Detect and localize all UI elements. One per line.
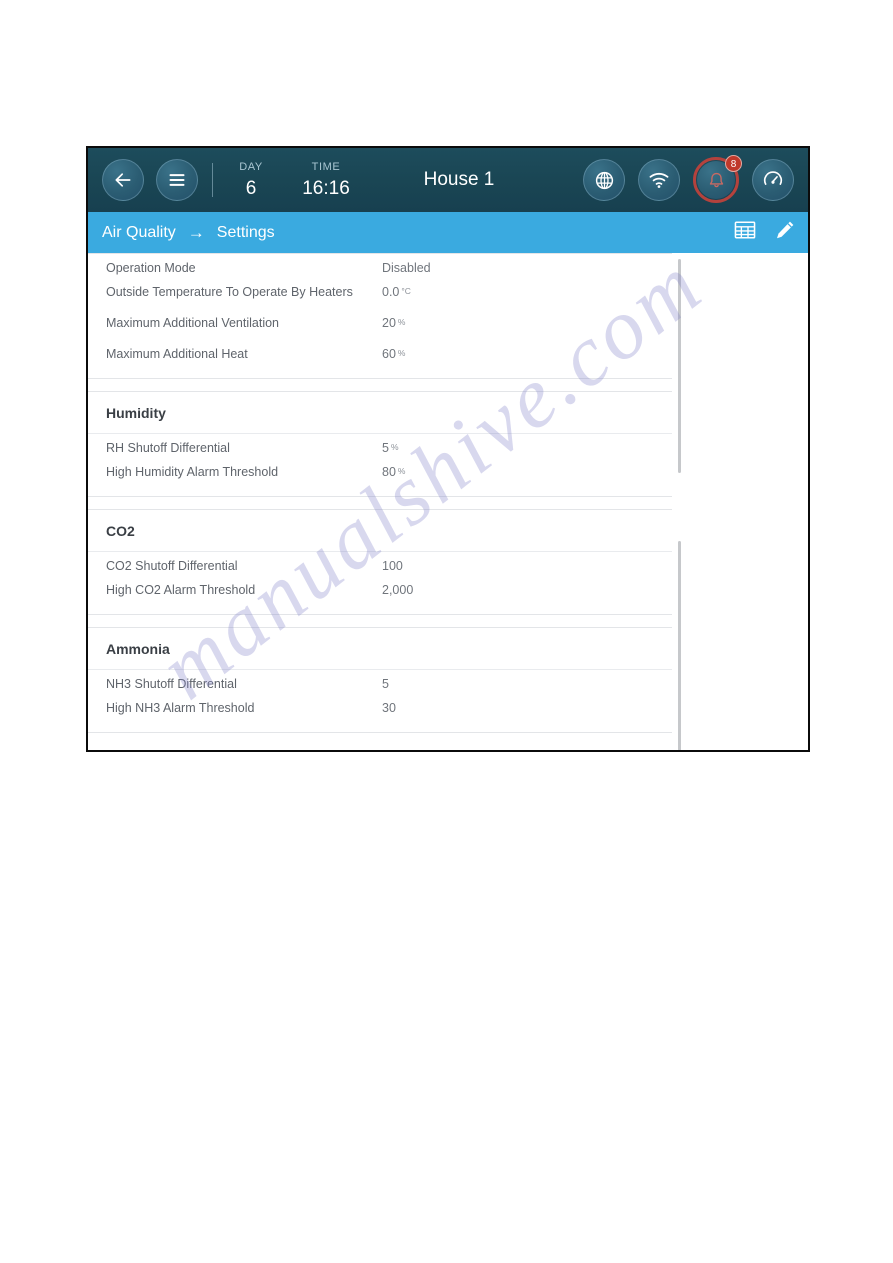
network-button[interactable]	[583, 159, 625, 201]
setting-value[interactable]: 60%	[382, 347, 405, 361]
settings-row[interactable]: RH Shutoff Differential 5%	[88, 434, 672, 465]
alarm-count-badge: 8	[725, 155, 742, 172]
settings-row[interactable]: High Humidity Alarm Threshold 80%	[88, 465, 672, 496]
vertical-scrollbar[interactable]	[672, 253, 686, 750]
breadcrumb-arrow-icon: →	[187, 223, 205, 242]
setting-label: NH3 Shutoff Differential	[106, 677, 237, 691]
setting-value[interactable]: 30	[382, 701, 396, 715]
pencil-edit-icon	[777, 221, 794, 239]
setting-value-number: 60	[382, 347, 396, 361]
time-block: TIME 16:16	[297, 160, 355, 201]
settings-card: CO2 CO2 Shutoff Differential 100 High CO2 A…	[88, 509, 672, 615]
setting-label: Operation Mode	[106, 261, 196, 275]
time-label: TIME	[311, 160, 341, 173]
setting-label: High NH3 Alarm Threshold	[106, 701, 255, 715]
setting-value[interactable]: 2,000	[382, 583, 413, 597]
settings-row[interactable]: Operation Mode Disabled	[88, 254, 672, 285]
wifi-button[interactable]	[638, 159, 680, 201]
settings-row[interactable]: Maximum Additional Ventilation 20%	[88, 316, 672, 347]
section-header: CO2	[88, 510, 672, 552]
day-block: DAY 6	[229, 160, 273, 201]
right-empty-pane	[686, 253, 808, 750]
setting-label: RH Shutoff Differential	[106, 441, 230, 455]
setting-value-number: 5	[382, 441, 389, 455]
setting-label: Outside Temperature To Operate By Heater…	[106, 285, 353, 299]
setting-label: Maximum Additional Ventilation	[106, 316, 280, 330]
settings-card: Operation Mode Disabled Outside Temperatur…	[88, 253, 672, 379]
globe-icon	[595, 171, 613, 189]
settings-row[interactable]: NH3 Shutoff Differential 5	[88, 670, 672, 701]
time-value: 16:16	[302, 177, 350, 199]
settings-body: Operation Mode Disabled Outside Temperatur…	[88, 253, 808, 750]
setting-value[interactable]: 5%	[382, 441, 399, 455]
hamburger-menu-icon	[169, 174, 185, 186]
setting-value-unit: %	[397, 466, 406, 476]
setting-value-number: Disabled	[382, 261, 431, 275]
setting-value[interactable]: 80%	[382, 465, 405, 479]
setting-label: CO2 Shutoff Differential	[106, 559, 238, 573]
settings-row[interactable]: High CO2 Alarm Threshold 2,000	[88, 583, 672, 614]
scrollbar-thumb-lower[interactable]	[678, 541, 681, 750]
setting-value-number: 100	[382, 559, 403, 573]
setting-value-unit: %	[397, 348, 406, 358]
dashboard-button[interactable]	[752, 159, 794, 201]
setting-value-unit: °C	[401, 286, 411, 296]
day-value: 6	[245, 177, 257, 199]
settings-card: Humidity RH Shutoff Differential 5% High Hu…	[88, 391, 672, 497]
setting-value[interactable]: 100	[382, 559, 403, 573]
settings-row[interactable]: High NH3 Alarm Threshold 30	[88, 701, 672, 732]
breadcrumb-actions	[734, 219, 796, 246]
settings-row[interactable]: Maximum Additional Heat 60%	[88, 347, 672, 378]
section-header: Humidity	[88, 392, 672, 434]
back-button[interactable]	[102, 159, 144, 201]
setting-value-number: 5	[382, 677, 389, 691]
setting-label: High Humidity Alarm Threshold	[106, 465, 279, 479]
setting-value[interactable]: 5	[382, 677, 389, 691]
arrow-left-icon	[115, 173, 131, 187]
device-screen: DAY 6 TIME 16:16 House 1 8 Air Quality →…	[86, 146, 810, 752]
scrollbar-track-upper[interactable]	[678, 259, 681, 473]
gauge-icon	[763, 171, 783, 185]
setting-value-number: 20	[382, 316, 396, 330]
setting-label: High CO2 Alarm Threshold	[106, 583, 256, 597]
top-app-bar: DAY 6 TIME 16:16 House 1 8	[88, 148, 808, 212]
setting-value-unit: %	[390, 442, 399, 452]
setting-value-unit: %	[397, 317, 406, 327]
status-icon-group: 8	[583, 155, 794, 203]
setting-value[interactable]: 20%	[382, 316, 405, 330]
settings-row[interactable]: CO2 Shutoff Differential 100	[88, 552, 672, 583]
settings-row[interactable]: Outside Temperature To Operate By Heater…	[88, 285, 672, 316]
menu-button[interactable]	[156, 159, 198, 201]
settings-card: Ammonia NH3 Shutoff Differential 5 High NH3…	[88, 627, 672, 733]
section-header: Ammonia	[88, 628, 672, 670]
table-view-button[interactable]	[734, 220, 756, 245]
alarm-button[interactable]: 8	[693, 155, 742, 203]
setting-value-number: 30	[382, 701, 396, 715]
day-time-group: DAY 6 TIME 16:16	[229, 160, 355, 201]
wifi-icon	[649, 172, 669, 188]
table-grid-icon	[734, 221, 756, 239]
setting-label: Maximum Additional Heat	[106, 347, 248, 361]
setting-value-number: 0.0	[382, 285, 400, 299]
setting-value-number: 2,000	[382, 583, 414, 597]
setting-value[interactable]: Disabled	[382, 261, 431, 275]
settings-list: Operation Mode Disabled Outside Temperatur…	[88, 253, 672, 750]
setting-value-number: 80	[382, 465, 396, 479]
breadcrumb-bar: Air Quality → Settings	[88, 212, 808, 253]
day-label: DAY	[239, 160, 263, 173]
edit-button[interactable]	[774, 219, 796, 246]
setting-value[interactable]: 0.0 °C	[382, 285, 411, 299]
page-title: House 1	[423, 169, 495, 190]
breadcrumb-parent[interactable]: Air Quality	[102, 224, 176, 242]
breadcrumb-current: Settings	[216, 223, 275, 241]
header-divider	[212, 163, 213, 197]
